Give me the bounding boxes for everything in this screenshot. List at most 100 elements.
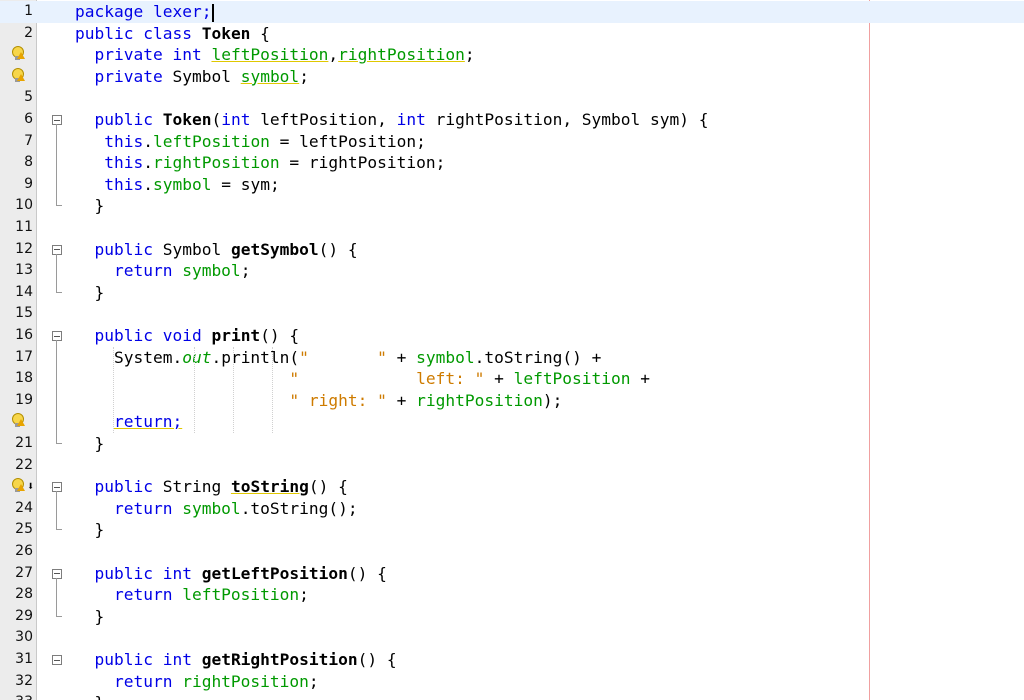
code-token: = rightPosition; xyxy=(279,153,446,173)
code-text[interactable]: } xyxy=(75,519,104,541)
code-text[interactable]: } xyxy=(75,282,104,304)
code-text[interactable]: package lexer; xyxy=(75,1,215,23)
code-line[interactable]: 11 xyxy=(0,217,1024,239)
code-token: leftPosition xyxy=(513,369,631,389)
code-text[interactable]: return leftPosition; xyxy=(75,584,309,606)
code-editor[interactable]: 1 package lexer; 2 public class Token { pri… xyxy=(0,0,1024,700)
code-text[interactable]: return; xyxy=(75,411,182,433)
code-token: return xyxy=(75,585,183,605)
code-text[interactable]: private int leftPosition,rightPosition; xyxy=(75,44,474,66)
code-line[interactable]: 32 return rightPosition; xyxy=(0,671,1024,693)
code-line[interactable]: 27 public int getLeftPosition() { xyxy=(0,563,1024,585)
code-text[interactable]: return rightPosition; xyxy=(75,671,319,693)
code-token: + xyxy=(386,347,417,367)
code-text[interactable]: public int getRightPosition() { xyxy=(75,649,396,671)
code-line[interactable]: 22 xyxy=(0,455,1024,477)
line-number: 24 xyxy=(15,499,33,516)
code-token: System. xyxy=(75,347,183,367)
code-text[interactable]: public class Token { xyxy=(75,23,270,45)
code-token: public xyxy=(75,110,163,129)
code-line[interactable]: private int leftPosition,rightPosition; xyxy=(0,44,1024,66)
code-text[interactable]: this.rightPosition = rightPosition; xyxy=(75,152,445,174)
fold-collapse-icon[interactable] xyxy=(52,115,62,125)
line-number: 28 xyxy=(15,586,33,603)
code-line[interactable]: 31 public int getRightPosition() { xyxy=(0,649,1024,671)
line-number: 9 xyxy=(24,175,33,192)
fold-collapse-icon[interactable] xyxy=(52,331,62,341)
code-line[interactable]: 21 } xyxy=(0,433,1024,455)
code-text[interactable]: public Token(int leftPosition, int right… xyxy=(75,109,708,131)
code-text[interactable]: this.symbol = sym; xyxy=(75,174,279,196)
code-token: leftPosition xyxy=(152,131,270,151)
code-text[interactable]: public void print() { xyxy=(75,325,299,347)
fold-collapse-icon[interactable] xyxy=(52,568,62,579)
code-token: leftPosition xyxy=(211,45,329,65)
code-line[interactable]: 19 " right: " + rightPosition); xyxy=(0,390,1024,412)
code-text[interactable]: " left: " + leftPosition + xyxy=(75,368,650,390)
code-line[interactable]: ⬇ public String toString() { xyxy=(0,476,1024,498)
line-number: 12 xyxy=(15,240,33,257)
code-line[interactable]: 28 return leftPosition; xyxy=(0,584,1024,606)
override-arrow-icon[interactable]: ⬇ xyxy=(27,480,34,492)
fold-collapse-icon[interactable] xyxy=(52,482,62,493)
code-line[interactable]: 16 public void print() { xyxy=(0,325,1024,347)
code-token: private xyxy=(75,66,173,86)
code-text[interactable]: private Symbol symbol; xyxy=(75,66,309,88)
code-text[interactable]: public Symbol getSymbol() { xyxy=(75,239,357,261)
code-line[interactable]: 18 " left: " + leftPosition + xyxy=(0,368,1024,390)
code-line[interactable]: 13 return symbol; xyxy=(0,260,1024,282)
fold-collapse-icon[interactable] xyxy=(52,244,62,255)
code-line[interactable]: 8 this.rightPosition = rightPosition; xyxy=(0,152,1024,174)
code-text[interactable]: } xyxy=(75,692,104,700)
code-line[interactable]: 1 package lexer; xyxy=(0,1,1024,23)
code-text[interactable]: System.out.println(" " + symbol.toString… xyxy=(75,347,601,369)
code-line[interactable]: 24 return symbol.toString(); xyxy=(0,498,1024,520)
code-line[interactable]: 29 } xyxy=(0,606,1024,628)
code-token: ( xyxy=(211,110,222,129)
line-number: 15 xyxy=(15,305,33,322)
warning-bulb-icon[interactable] xyxy=(11,46,25,61)
warning-bulb-icon[interactable] xyxy=(11,413,25,428)
code-line[interactable]: 15 xyxy=(0,303,1024,325)
indent-guide xyxy=(113,346,115,433)
code-text[interactable]: public String toString() { xyxy=(75,476,347,498)
code-text[interactable]: } xyxy=(75,433,104,455)
fold-range-line xyxy=(56,253,57,292)
code-line[interactable]: 33 } xyxy=(0,692,1024,700)
code-text[interactable]: } xyxy=(75,195,104,217)
code-line[interactable]: 6 public Token(int leftPosition, int rig… xyxy=(0,109,1024,131)
code-line[interactable]: 9 this.symbol = sym; xyxy=(0,174,1024,196)
code-token: String xyxy=(162,477,231,497)
line-number: 29 xyxy=(15,607,33,624)
code-token: ; xyxy=(299,66,309,86)
warning-bulb-icon[interactable] xyxy=(11,67,25,83)
code-line[interactable]: 2 public class Token { xyxy=(0,23,1024,45)
code-text[interactable]: public int getLeftPosition() { xyxy=(75,563,386,585)
code-text[interactable]: this.leftPosition = leftPosition; xyxy=(75,131,426,153)
code-line[interactable]: 30 xyxy=(0,627,1024,649)
code-line[interactable]: return; xyxy=(0,411,1024,433)
code-line[interactable]: 25 } xyxy=(0,519,1024,541)
code-line[interactable]: 12 public Symbol getSymbol() { xyxy=(0,239,1024,261)
code-line[interactable]: 14 } xyxy=(0,282,1024,304)
code-token: . xyxy=(143,153,153,173)
code-line[interactable]: 7 this.leftPosition = leftPosition; xyxy=(0,131,1024,153)
fold-range-line xyxy=(56,491,57,530)
code-line[interactable]: 5 xyxy=(0,87,1024,109)
code-line[interactable]: 26 xyxy=(0,541,1024,563)
code-token: rightPosition xyxy=(338,45,465,65)
fold-collapse-icon[interactable] xyxy=(52,655,62,665)
code-text[interactable]: return symbol.toString(); xyxy=(75,498,358,520)
code-text[interactable]: return symbol; xyxy=(75,260,250,282)
code-line[interactable]: 10 } xyxy=(0,195,1024,217)
code-token: = leftPosition; xyxy=(269,131,426,151)
code-line[interactable]: private Symbol symbol; xyxy=(0,66,1024,88)
code-line[interactable]: 17 System.out.println(" " + symbol.toStr… xyxy=(0,347,1024,369)
line-number: 18 xyxy=(15,370,33,387)
code-text[interactable]: } xyxy=(75,606,104,628)
warning-bulb-icon[interactable] xyxy=(11,478,25,493)
code-text[interactable]: " right: " + rightPosition); xyxy=(75,390,562,412)
code-token: return; xyxy=(113,412,183,432)
